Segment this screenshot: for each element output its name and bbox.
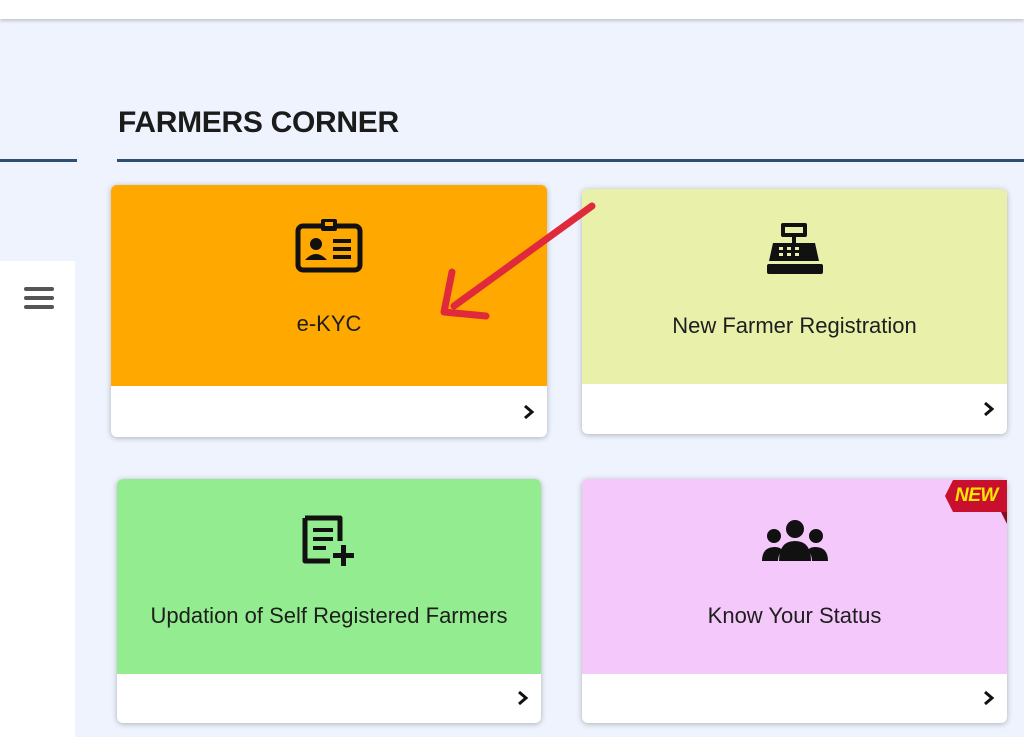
card-updation-header: Updation of Self Registered Farmers bbox=[117, 479, 541, 674]
chevron-right-icon[interactable] bbox=[517, 690, 529, 706]
card-know-your-status[interactable]: Know Your Status bbox=[582, 479, 1007, 723]
section-title: FARMERS CORNER bbox=[118, 106, 399, 139]
card-status-header: Know Your Status bbox=[582, 479, 1007, 674]
badge-text: NEW bbox=[955, 485, 998, 506]
chevron-right-icon[interactable] bbox=[523, 404, 535, 420]
left-sidebar-panel bbox=[0, 261, 75, 737]
card-new-farmer-registration[interactable]: New Farmer Registration bbox=[582, 189, 1007, 434]
card-label: e-KYC bbox=[296, 311, 362, 336]
section-divider bbox=[117, 159, 1024, 162]
card-new-header: New Farmer Registration bbox=[582, 189, 1007, 384]
card-ekyc[interactable]: e-KYC bbox=[111, 185, 547, 437]
cash-register-icon bbox=[766, 223, 823, 274]
card-label: New Farmer Registration bbox=[672, 313, 917, 338]
hamburger-menu-icon[interactable] bbox=[24, 287, 54, 309]
left-divider bbox=[0, 159, 77, 162]
card-label: Know Your Status bbox=[707, 603, 882, 628]
document-add-icon bbox=[302, 515, 354, 566]
chevron-right-icon[interactable] bbox=[983, 690, 995, 706]
new-badge: NEW bbox=[945, 478, 1007, 524]
users-group-icon bbox=[761, 520, 828, 561]
card-label: Updation of Self Registered Farmers bbox=[150, 603, 508, 628]
card-updation-self-registered[interactable]: Updation of Self Registered Farmers bbox=[117, 479, 541, 723]
top-bar bbox=[0, 0, 1024, 19]
card-ekyc-header: e-KYC bbox=[111, 185, 547, 386]
id-card-icon bbox=[295, 219, 363, 273]
chevron-right-icon[interactable] bbox=[983, 401, 995, 417]
